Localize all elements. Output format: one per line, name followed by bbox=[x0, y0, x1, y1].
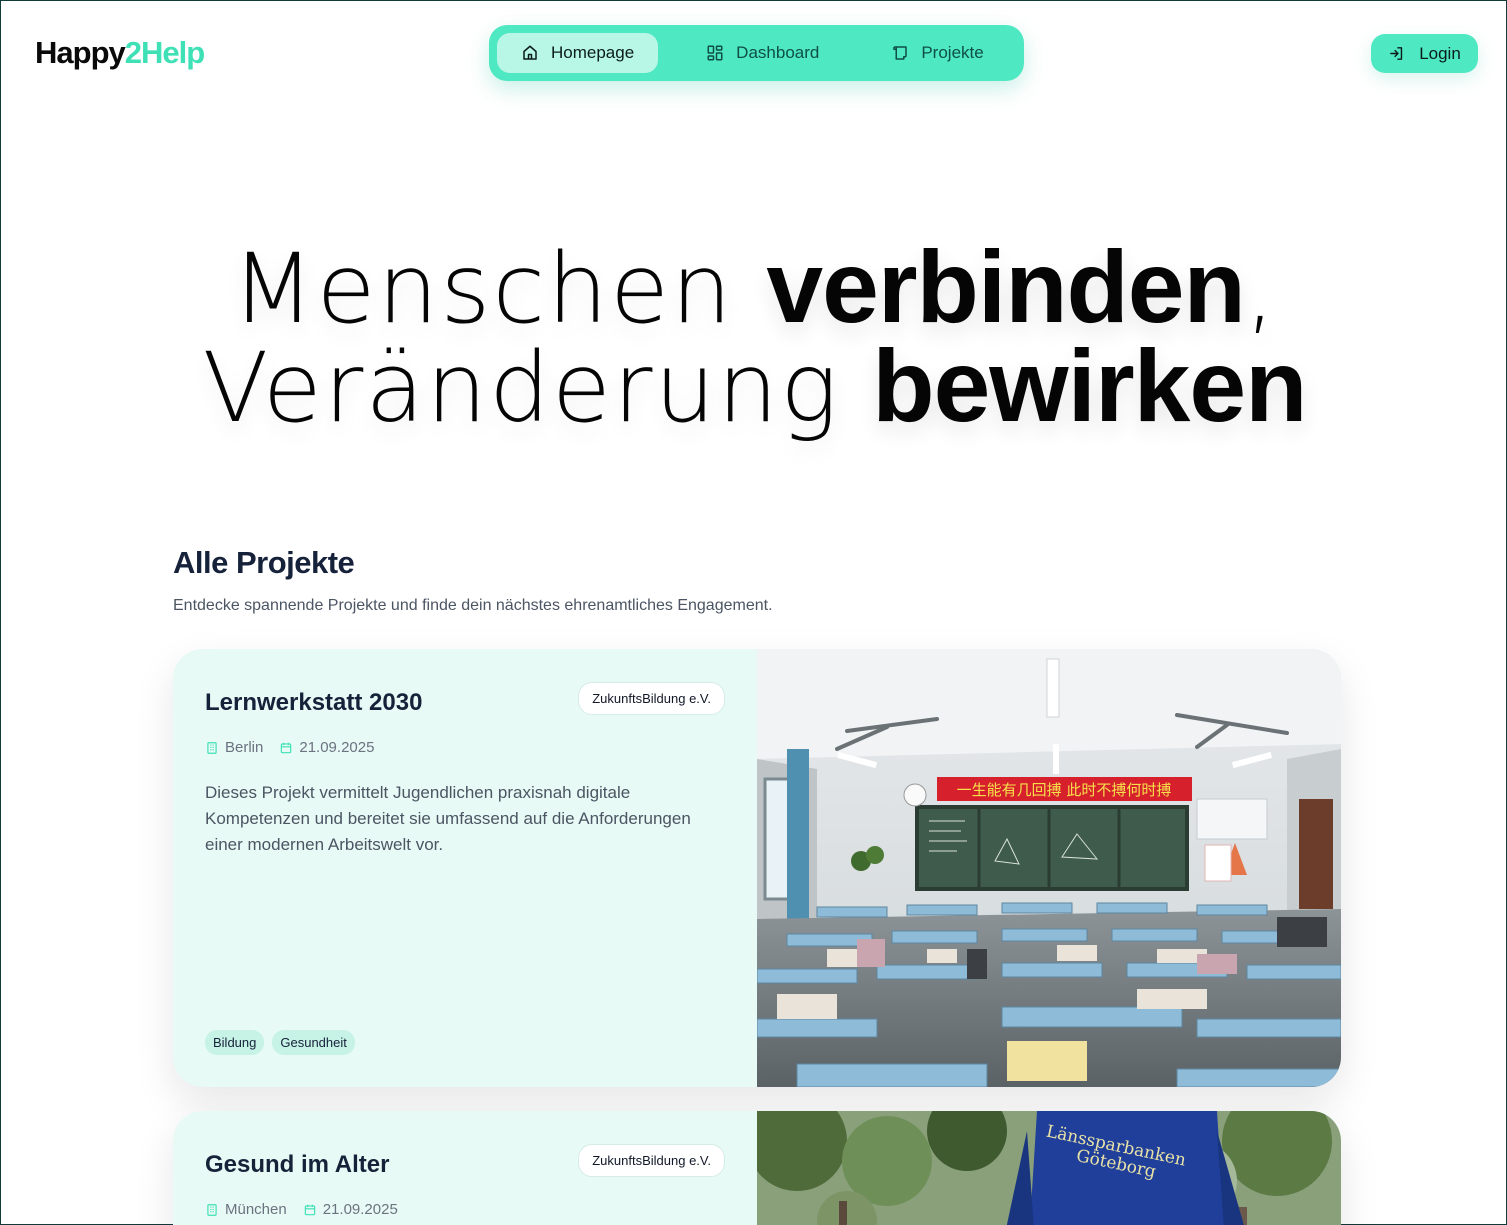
section-subtitle: Entdecke spannende Projekte und finde de… bbox=[173, 597, 773, 614]
hero-text-bold: bewirken bbox=[872, 329, 1307, 443]
dashboard-icon bbox=[707, 45, 723, 61]
tag-gesundheit[interactable]: Gesundheit bbox=[272, 1030, 355, 1055]
main-nav: Homepage Dashboard Projekte bbox=[489, 25, 1024, 81]
project-card[interactable]: Gesund im Alter ZukunftsBildung e.V. Mün… bbox=[173, 1111, 1341, 1225]
login-button[interactable]: Login bbox=[1371, 34, 1478, 73]
project-card-content: Lernwerkstatt 2030 ZukunftsBildung e.V. … bbox=[173, 649, 757, 1087]
nav-item-projekte[interactable]: Projekte bbox=[867, 33, 1007, 73]
project-meta: München 21.09.2025 bbox=[205, 1201, 725, 1218]
nav-item-label: Dashboard bbox=[736, 43, 820, 62]
project-card[interactable]: Lernwerkstatt 2030 ZukunftsBildung e.V. … bbox=[173, 649, 1341, 1087]
project-meta: Berlin 21.09.2025 bbox=[205, 739, 725, 756]
project-card-content: Gesund im Alter ZukunftsBildung e.V. Mün… bbox=[173, 1111, 757, 1225]
project-date: 21.09.2025 bbox=[303, 1201, 398, 1218]
project-date-text: 21.09.2025 bbox=[322, 1201, 398, 1218]
organization-badge[interactable]: ZukunftsBildung e.V. bbox=[578, 1144, 725, 1177]
nav-item-label: Homepage bbox=[551, 43, 635, 62]
scroll-icon bbox=[893, 46, 908, 60]
project-image[interactable]: 一生能有几回搏 此时不搏何时搏 bbox=[757, 649, 1341, 1087]
project-date: 21.09.2025 bbox=[279, 739, 374, 756]
hero-line-1: Menschen verbinden, bbox=[1, 236, 1507, 338]
organization-badge[interactable]: ZukunftsBildung e.V. bbox=[578, 682, 725, 715]
brand-name-accent: 2Help bbox=[124, 35, 205, 70]
nav-item-dashboard[interactable]: Dashboard bbox=[682, 33, 843, 73]
section-title: Alle Projekte bbox=[173, 545, 355, 580]
hero-text-light: Menschen bbox=[231, 233, 767, 345]
building-icon bbox=[207, 1203, 217, 1216]
login-label: Login bbox=[1419, 43, 1461, 63]
project-date-text: 21.09.2025 bbox=[299, 739, 375, 756]
nav-item-homepage[interactable]: Homepage bbox=[497, 33, 659, 73]
calendar-icon bbox=[304, 1204, 315, 1215]
hero-text-bold: verbinden bbox=[766, 230, 1245, 344]
project-tags: Bildung Gesundheit bbox=[205, 1030, 355, 1055]
project-description: Dieses Projekt vermittelt Jugendlichen p… bbox=[205, 783, 691, 854]
hero-text-light: Veränderung bbox=[202, 332, 873, 444]
project-city: Berlin bbox=[225, 739, 264, 756]
project-location: Berlin bbox=[205, 739, 263, 756]
classroom-photo: 一生能有几回搏 此时不搏何时搏 bbox=[757, 649, 1341, 1087]
banner-text: 一生能有几回搏 此时不搏何时搏 bbox=[957, 781, 1172, 799]
building-icon bbox=[207, 741, 217, 754]
park-jacket-photo: Länssparbanken Göteborg bbox=[757, 1111, 1341, 1225]
calendar-icon bbox=[281, 742, 292, 753]
login-icon bbox=[1390, 47, 1403, 60]
hero-line-2: Veränderung bewirken bbox=[1, 335, 1507, 437]
home-icon bbox=[523, 45, 537, 60]
hero-heading: Menschen verbinden, Veränderung bewirken bbox=[1, 236, 1507, 437]
brand-logo[interactable]: Happy2Help bbox=[35, 35, 205, 71]
project-city: München bbox=[225, 1201, 287, 1218]
nav-item-label: Projekte bbox=[921, 43, 984, 62]
tag-bildung[interactable]: Bildung bbox=[205, 1030, 265, 1055]
project-location: München bbox=[205, 1201, 287, 1218]
brand-name-main: Happy bbox=[35, 35, 126, 70]
project-image[interactable]: Länssparbanken Göteborg bbox=[757, 1111, 1341, 1225]
